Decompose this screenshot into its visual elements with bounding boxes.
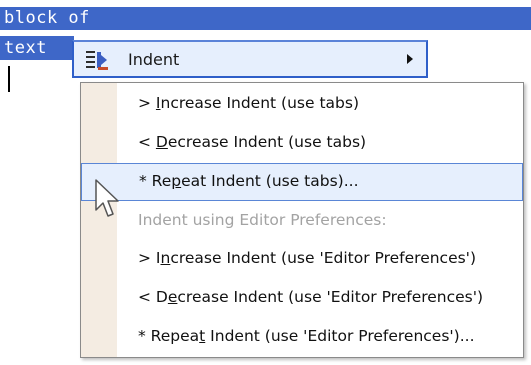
menu-item-label: * Repeat Indent (use 'Editor Preferences… — [138, 327, 475, 345]
indent-icon — [86, 51, 108, 70]
menu-item-repeat-indent-prefs[interactable]: * Repeat Indent (use 'Editor Preferences… — [81, 319, 523, 355]
editor-line-1[interactable]: block of — [4, 7, 90, 30]
menu-item-label: > Increase Indent (use 'Editor Preferenc… — [138, 249, 476, 267]
screenshot: block of text Indent > Increase Indent (… — [0, 0, 531, 365]
menu-item-repeat-indent-tabs[interactable]: * Repeat Indent (use tabs)... — [81, 163, 523, 201]
submenu-arrow-icon — [407, 54, 413, 64]
menu-item-increase-indent-prefs[interactable]: > Increase Indent (use 'Editor Preferenc… — [81, 241, 523, 277]
menu-item-label: > Increase Indent (use tabs) — [138, 94, 359, 112]
menu-item-label: < Decrease Indent (use 'Editor Preferenc… — [138, 288, 484, 306]
menu-item-label: < Decrease Indent (use tabs) — [138, 133, 367, 151]
menu-section-header-editor-preferences: Indent using Editor Preferences: — [81, 203, 523, 239]
menu-item-label: * Repeat Indent (use tabs)... — [139, 172, 359, 190]
text-caret — [8, 66, 10, 92]
menu-item-label: Indent using Editor Preferences: — [138, 211, 387, 229]
indent-submenu: > Increase Indent (use tabs) < Decrease … — [80, 82, 524, 358]
mouse-pointer-icon — [95, 179, 119, 217]
menu-item-decrease-indent-tabs[interactable]: < Decrease Indent (use tabs) — [81, 125, 523, 161]
indent-label: Indent — [128, 50, 180, 69]
context-menu-item-indent[interactable]: Indent — [72, 40, 428, 78]
menu-item-increase-indent-tabs[interactable]: > Increase Indent (use tabs) — [81, 86, 523, 122]
menu-item-decrease-indent-prefs[interactable]: < Decrease Indent (use 'Editor Preferenc… — [81, 280, 523, 316]
editor-line-2[interactable]: text — [4, 37, 47, 60]
